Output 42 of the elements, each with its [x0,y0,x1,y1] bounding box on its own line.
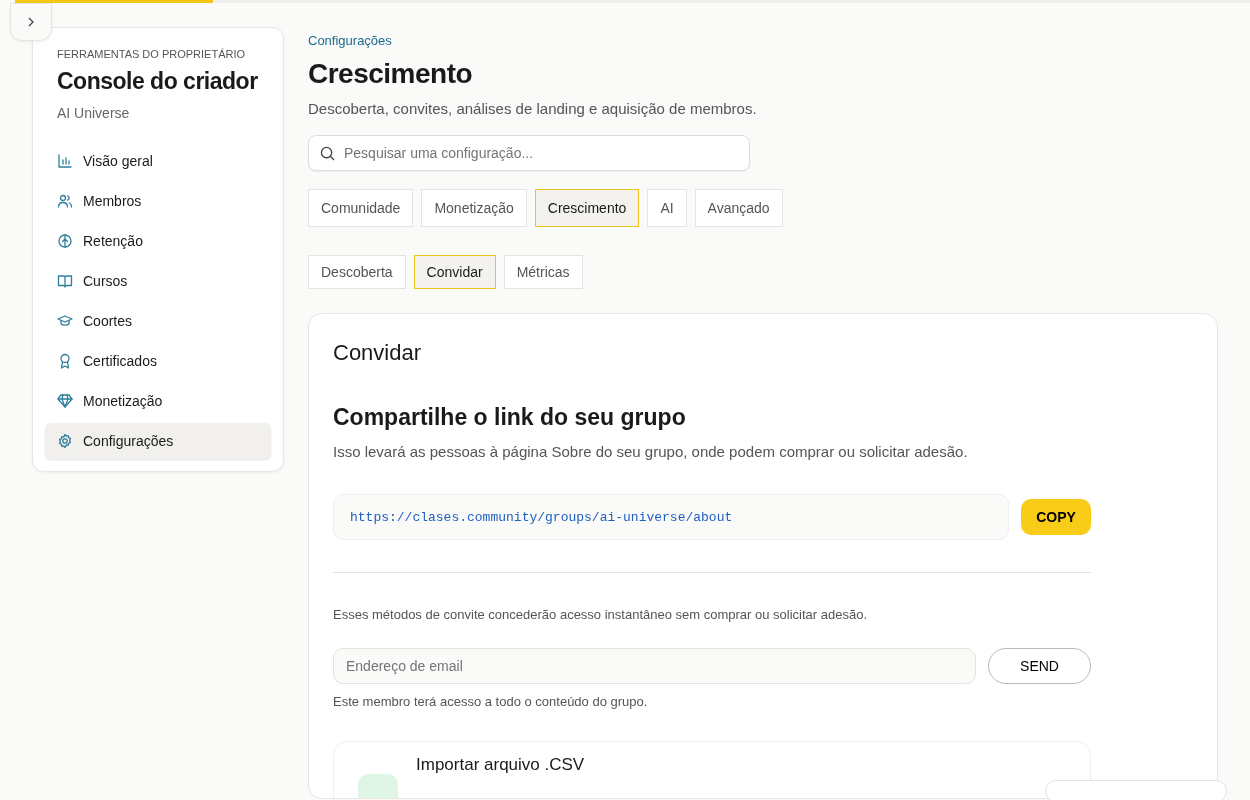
sidebar-item[interactable]: Retenção [45,223,271,259]
email-hint: Este membro terá acesso a todo o conteúdo do grupo. [333,694,649,709]
section-heading: Compartilhe o link do seu grupo [333,404,687,431]
award-icon [57,353,73,369]
gem-icon [57,393,73,409]
group-name: AI Universe [56,105,131,121]
invite-note: Esses métodos de convite concederão acesso instantâneo sem comprar ou solicitar adesão. [333,607,868,622]
sidebar-item[interactable]: Cursos [45,263,271,299]
chart-icon [57,153,73,169]
page-description: Descoberta, convites, análises de landing e aquisição de membros. [308,100,758,117]
sidebar-eyebrow: FERRAMENTAS DO PROPRIETÁRIO [56,48,247,60]
expand-button[interactable] [10,3,52,41]
card-title: Convidar [333,340,423,366]
group-link-field[interactable]: https://clases.community/groups/ai-universe/about [333,494,1009,540]
tab[interactable]: Avançado [694,189,783,227]
import-title: Importar arquivo .CSV [416,755,585,776]
email-field[interactable]: Endereço de email [333,648,976,684]
send-button[interactable]: SEND [988,648,1091,684]
book-icon [57,273,73,289]
tab[interactable]: Comunidade [308,189,414,227]
people-icon [57,193,73,209]
graduation-cap-icon [57,313,73,329]
section-description: Isso levará as pessoas à página Sobre do seu grupo, onde podem comprar ou solicitar adesão. [333,443,969,460]
chevron-right-icon [26,17,36,27]
sidebar-title: Console do criador [56,68,259,95]
tab[interactable]: Crescimento [534,189,640,227]
tab[interactable]: Métricas [503,255,583,289]
sidebar-item[interactable]: Visão geral [45,143,271,179]
sidebar-item[interactable]: Certificados [45,343,271,379]
search-field[interactable]: Pesquisar uma configuração... [308,135,750,171]
tab[interactable]: AI [647,189,687,227]
page-title: Crescimento [308,58,474,90]
sidebar-item[interactable]: Monetização [45,383,271,419]
tab[interactable]: Descoberta [308,255,406,289]
breadcrumb-link[interactable]: Configurações [308,33,1218,48]
sidebar-item[interactable]: Coortes [45,303,271,339]
settings-icon [57,433,73,449]
sidebar-item[interactable]: Configurações [45,423,271,459]
sidebar-item[interactable]: Membros [45,183,271,219]
tab[interactable]: Convidar [413,255,496,289]
copy-button[interactable]: COPY [1021,499,1091,535]
tab[interactable]: Monetização [421,189,527,227]
